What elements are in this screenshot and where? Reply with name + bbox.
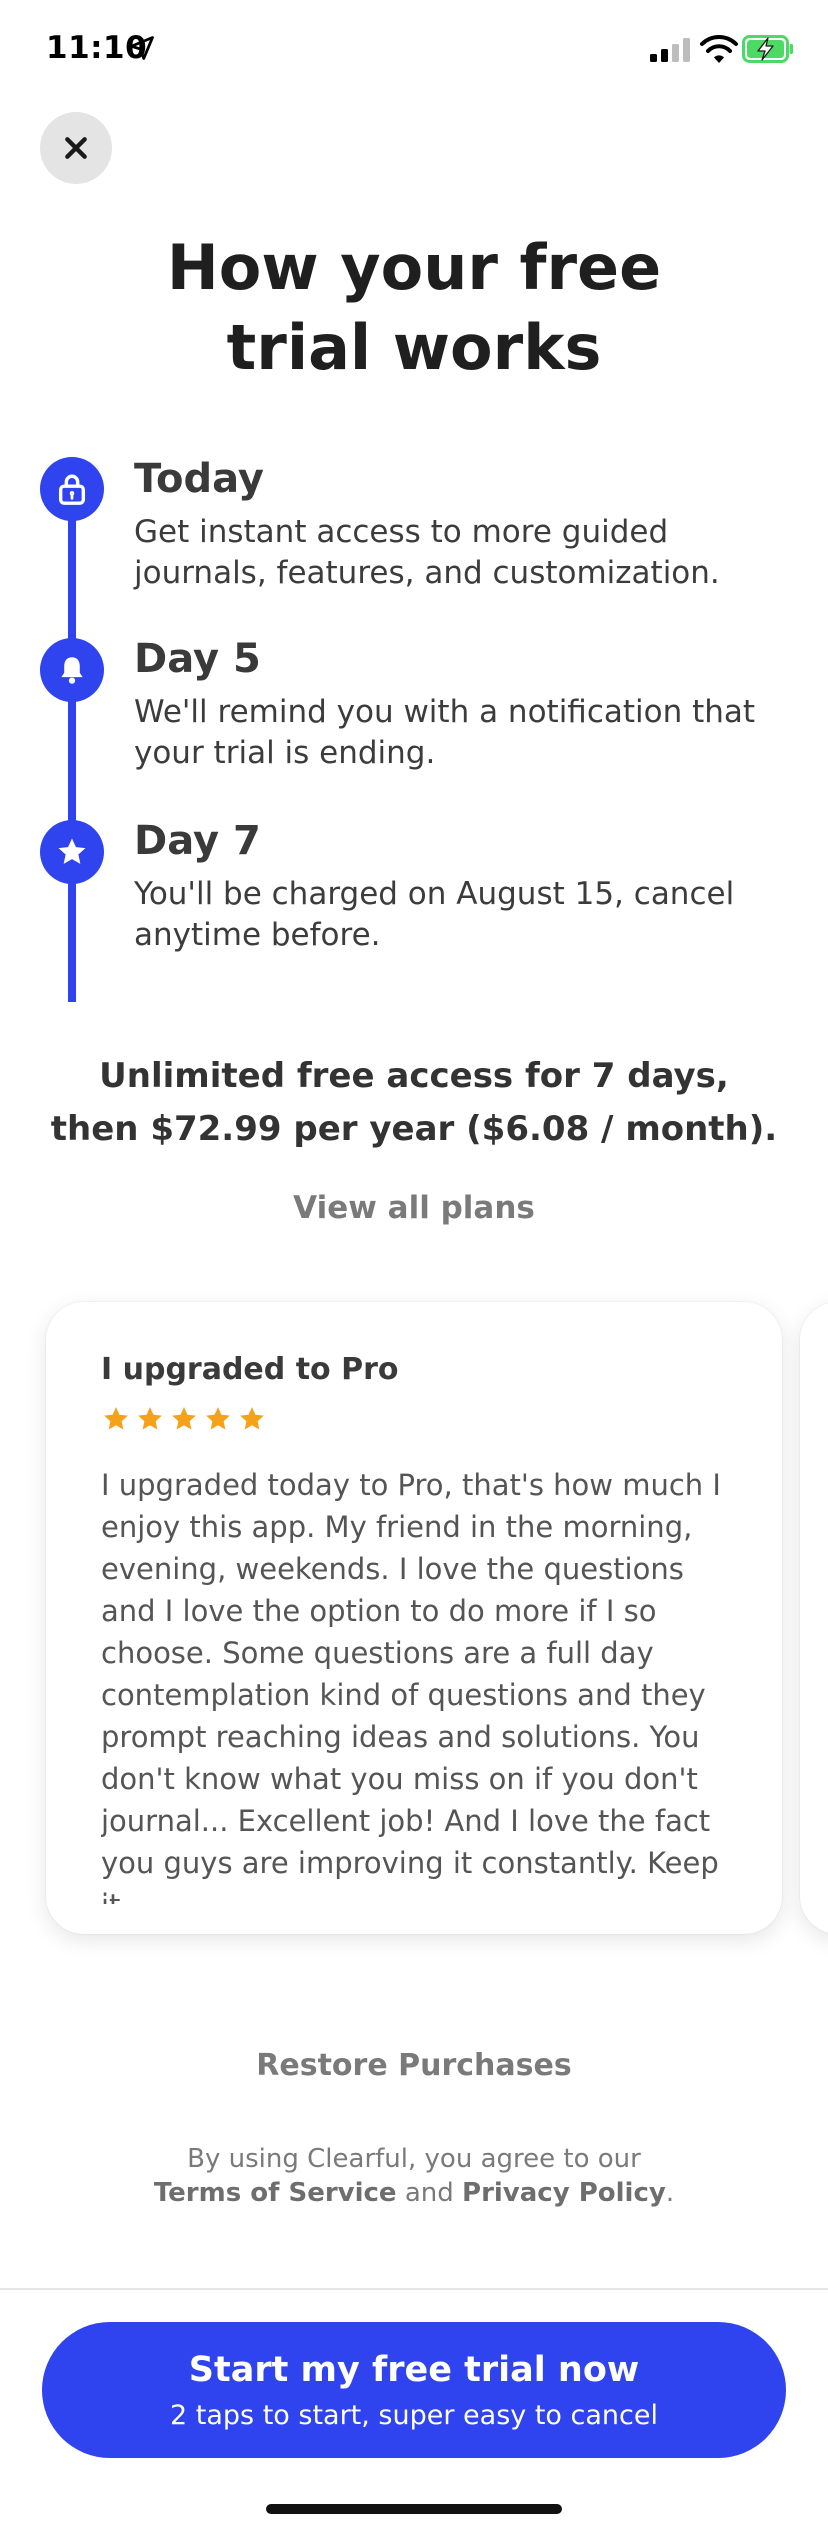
pricing-summary: Unlimited free access for 7 days, then $…	[0, 1050, 828, 1156]
step-icon-badge	[40, 638, 104, 702]
star-icon	[206, 1407, 230, 1430]
view-all-plans-link[interactable]: View all plans	[0, 1190, 828, 1226]
step-title: Day 5	[134, 636, 261, 682]
star-icon	[172, 1407, 196, 1430]
status-bar: 11:10	[0, 0, 828, 100]
cta-subtitle: 2 taps to start, super easy to cancel	[170, 2400, 658, 2431]
paywall-screen: 11:10 How your free trial works Today Ge…	[0, 0, 828, 2530]
legal-links: Terms of Service and Privacy Policy.	[0, 2176, 828, 2210]
cta-title: Start my free trial now	[188, 2350, 640, 2390]
legal-period: .	[665, 2178, 675, 2208]
review-rating	[101, 1404, 267, 1434]
wifi-icon	[700, 34, 738, 63]
footer-divider	[0, 2288, 828, 2290]
pricing-line-1: Unlimited free access for 7 days,	[99, 1056, 729, 1096]
battery-charging-icon	[742, 35, 793, 63]
privacy-policy-link[interactable]: Privacy Policy	[462, 2178, 666, 2208]
step-icon-badge	[40, 457, 104, 521]
review-body: I upgraded today to Pro, that's how much…	[101, 1468, 721, 1904]
legal-notice: By using Clearful, you agree to our Term…	[0, 2142, 828, 2210]
star-icon	[104, 1407, 128, 1430]
step-description: You'll be charged on August 15, cancel a…	[134, 876, 735, 953]
review-title: I upgraded to Pro	[101, 1352, 399, 1387]
page-title: How your free trial works	[166, 231, 662, 384]
step-description: We'll remind you with a notification tha…	[134, 694, 756, 771]
star-icon	[138, 1407, 162, 1430]
signal-icon	[650, 38, 690, 62]
star-icon	[240, 1407, 264, 1430]
step-description: Get instant access to more guided journa…	[134, 514, 720, 591]
legal-prefix: By using Clearful, you agree to our	[187, 2144, 641, 2174]
restore-purchases-link[interactable]: Restore Purchases	[0, 2048, 828, 2083]
location-arrow-icon	[130, 36, 154, 60]
pricing-line-2: then $72.99 per year ($6.08 / month).	[50, 1109, 778, 1149]
step-title: Today	[134, 456, 264, 502]
step-title: Day 7	[134, 818, 261, 864]
legal-and: and	[404, 2178, 454, 2208]
home-indicator	[266, 2504, 562, 2514]
bell-icon	[61, 657, 83, 684]
next-review-card[interactable]	[800, 1302, 828, 1934]
close-button[interactable]	[40, 112, 112, 184]
close-icon	[65, 137, 87, 159]
unlock-icon	[58, 474, 86, 505]
start-free-trial-button[interactable]: Start my free trial now 2 taps to start,…	[42, 2322, 786, 2458]
step-icon-badge	[40, 820, 104, 884]
review-card[interactable]: I upgraded to Pro I upgraded today to Pr…	[46, 1302, 782, 1934]
terms-of-service-link[interactable]: Terms of Service	[154, 2178, 397, 2208]
star-icon	[58, 838, 86, 864]
timeline-line	[68, 480, 76, 1002]
